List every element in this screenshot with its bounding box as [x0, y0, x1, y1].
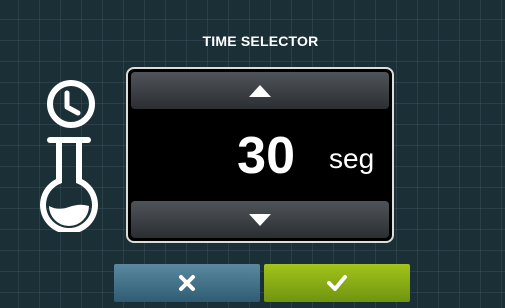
- cancel-button[interactable]: [114, 264, 260, 302]
- decrease-button[interactable]: [131, 201, 389, 238]
- page-title: TIME SELECTOR: [202, 33, 319, 49]
- time-value: 30: [237, 127, 295, 185]
- time-unit: seg: [329, 143, 375, 174]
- check-icon: [327, 275, 347, 291]
- triangle-up-icon: [249, 84, 271, 97]
- triangle-down-icon: [249, 213, 271, 226]
- flask-icon: [40, 137, 98, 232]
- clock-icon: [47, 80, 95, 128]
- increase-button[interactable]: [131, 72, 389, 109]
- time-selector: 30 seg: [126, 67, 394, 243]
- confirm-button[interactable]: [264, 264, 410, 302]
- close-icon: [179, 275, 195, 291]
